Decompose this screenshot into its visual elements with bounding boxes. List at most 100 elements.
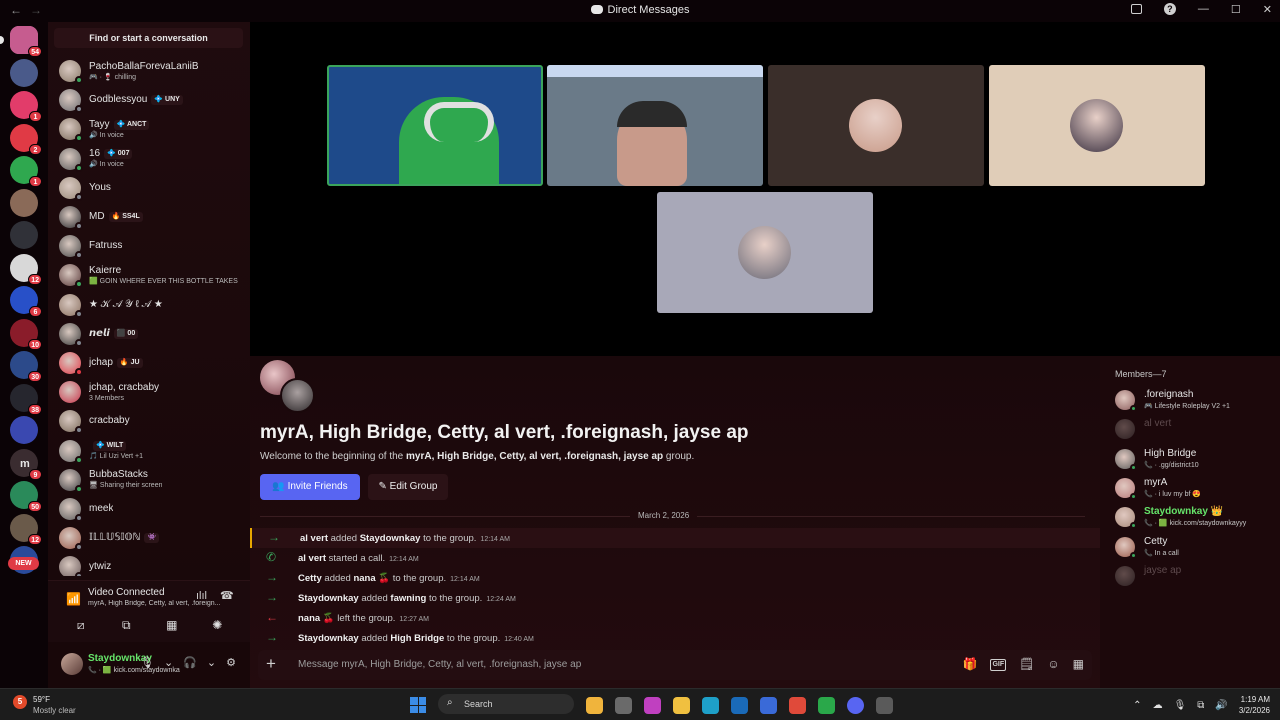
- tray-overflow-icon[interactable]: ⌃: [1133, 700, 1141, 711]
- taskbar-app-icon[interactable]: [615, 696, 632, 714]
- dm-item[interactable]: meek: [52, 494, 246, 524]
- dm-item[interactable]: MD 🔥 SS4L: [52, 202, 246, 232]
- close-button[interactable]: ✕: [1263, 3, 1272, 16]
- microphone-icon[interactable]: 🎙: [1174, 700, 1187, 711]
- member-item[interactable]: al vert: [1115, 416, 1275, 444]
- taskbar-app-icon[interactable]: [847, 696, 864, 714]
- minimize-button[interactable]: —: [1198, 3, 1209, 16]
- dm-item[interactable]: Godblessyou 💠 UNY: [52, 85, 246, 115]
- message-actor[interactable]: Cetty: [298, 573, 322, 584]
- taskbar-app-icon[interactable]: [586, 696, 603, 714]
- server-icon[interactable]: 38: [10, 383, 42, 415]
- server-icon[interactable]: [10, 58, 38, 87]
- video-tile[interactable]: [989, 65, 1205, 186]
- emoji-icon[interactable]: ☺: [1047, 657, 1059, 671]
- sticker-icon[interactable]: 🗒: [1019, 657, 1034, 671]
- taskbar-app-icon[interactable]: [789, 696, 806, 714]
- member-item[interactable]: myrA 📞 · i luv my bf 😍: [1115, 475, 1275, 503]
- member-item[interactable]: Cetty 📞 In a call: [1115, 534, 1275, 562]
- inbox-icon[interactable]: [1130, 4, 1142, 14]
- server-icon[interactable]: 1: [10, 156, 42, 187]
- volume-icon[interactable]: 🔊: [1215, 700, 1227, 711]
- settings-gear-icon[interactable]: ⚙: [226, 656, 236, 669]
- mic-icon[interactable]: 🎙: [140, 656, 154, 669]
- onedrive-icon[interactable]: ☁: [1153, 700, 1163, 711]
- message-target[interactable]: High Bridge: [390, 633, 444, 644]
- server-icon[interactable]: 54: [0, 26, 42, 57]
- taskbar-app-icon[interactable]: [818, 696, 835, 714]
- start-icon[interactable]: [410, 697, 426, 713]
- soundboard-icon[interactable]: ✺: [207, 616, 227, 634]
- dm-item[interactable]: 💠 WILT 🎵 Lil Uzi Vert +1: [52, 436, 246, 466]
- dm-item[interactable]: jchap 🔥 JU: [52, 348, 246, 378]
- taskbar-search[interactable]: ⌕ Search: [438, 694, 574, 714]
- dm-item[interactable]: PachoBallaForevaLaniiB 🎮 · 🍷 chilling: [52, 56, 246, 86]
- message-actor[interactable]: al vert: [300, 533, 328, 544]
- server-icon[interactable]: 2: [10, 123, 42, 155]
- taskbar-app-icon[interactable]: [876, 696, 893, 714]
- server-icon[interactable]: 12: [10, 513, 42, 545]
- video-tile[interactable]: [657, 192, 873, 313]
- server-icon[interactable]: 1: [10, 91, 42, 122]
- message-target[interactable]: nana 🍒: [353, 573, 390, 584]
- video-tile[interactable]: [547, 65, 763, 186]
- find-conversation-button[interactable]: Find or start a conversation: [54, 28, 243, 48]
- member-item[interactable]: High Bridge 📞 · .gg/district10: [1115, 446, 1275, 474]
- voice-channel[interactable]: myrA, High Bridge, Cetty, al vert, .fore…: [88, 600, 234, 607]
- dm-item[interactable]: jchap, cracbaby 3 Members: [52, 377, 246, 407]
- message-target[interactable]: fawning: [390, 593, 426, 604]
- server-icon[interactable]: 30: [10, 351, 42, 382]
- maximize-button[interactable]: ☐: [1231, 3, 1241, 16]
- dm-item[interactable]: ytwiz: [52, 552, 246, 576]
- server-icon[interactable]: [10, 416, 38, 444]
- message-input[interactable]: Message myrA, High Bridge, Cetty, al ver…: [298, 659, 581, 670]
- mic-options-icon[interactable]: ⌄: [164, 656, 173, 669]
- member-item[interactable]: .foreignash 🎮 Lifestyle Roleplay V2 +1: [1115, 387, 1275, 415]
- taskbar-app-icon[interactable]: [644, 696, 661, 714]
- headset-options-icon[interactable]: ⌄: [207, 656, 216, 669]
- dm-item[interactable]: 16 💠 007 🔊 In voice: [52, 144, 246, 174]
- message-target[interactable]: Staydownkay: [360, 533, 421, 544]
- message-actor[interactable]: Staydownkay: [298, 593, 359, 604]
- server-icon[interactable]: [10, 188, 38, 217]
- dm-item[interactable]: Kaierre 🟩 GOIN WHERE EVER THIS BOTTLE TAK…: [52, 260, 246, 290]
- video-tile[interactable]: [327, 65, 543, 186]
- member-item[interactable]: Staydownkay 👑 📞 · 🟩 kick.com/staydownkayy…: [1115, 504, 1275, 532]
- member-item[interactable]: jayse ap: [1115, 563, 1275, 591]
- user-avatar[interactable]: [61, 653, 83, 675]
- clock[interactable]: 1:19 AM 3/2/2026: [1239, 694, 1270, 716]
- dm-item[interactable]: 𝙣𝙚𝙡𝙞 ⬛ 00: [52, 319, 246, 349]
- message-actor[interactable]: al vert: [298, 553, 326, 564]
- server-icon[interactable]: 50: [10, 481, 42, 512]
- voice-signal-icon[interactable]: 📶: [66, 592, 81, 606]
- taskbar-app-icon[interactable]: [673, 696, 690, 714]
- screen-share-icon[interactable]: ⧉: [116, 616, 136, 634]
- dm-item[interactable]: 𝕀𝕃𝕃𝕌𝕊𝕀𝕆ℕ 👾: [52, 523, 246, 553]
- dm-item[interactable]: ★ 𝒦 𝒜 𝒴 ℓ 𝒜 ★: [52, 290, 246, 320]
- dm-item[interactable]: Fatruss: [52, 231, 246, 261]
- message-actor[interactable]: nana 🍒: [298, 613, 335, 624]
- noise-suppression-icon[interactable]: ılıl: [196, 590, 207, 602]
- dm-item[interactable]: Tayy 💠 ANCT 🔊 In voice: [52, 114, 246, 144]
- activities-icon[interactable]: ▦: [162, 616, 182, 634]
- network-icon[interactable]: ⧉: [1197, 700, 1204, 711]
- invite-friends-button[interactable]: 👥 Invite Friends: [260, 474, 360, 500]
- taskbar-app-icon[interactable]: [731, 696, 748, 714]
- server-icon[interactable]: 12: [10, 253, 42, 285]
- video-tile[interactable]: [768, 65, 984, 186]
- gift-icon[interactable]: 🎁: [963, 657, 978, 671]
- server-icon[interactable]: 6: [10, 286, 42, 317]
- taskbar-app-icon[interactable]: [760, 696, 777, 714]
- message-actor[interactable]: Staydownkay: [298, 633, 359, 644]
- apps-icon[interactable]: ▦: [1073, 657, 1084, 671]
- server-icon[interactable]: [10, 221, 38, 249]
- server-icon[interactable]: 10: [10, 318, 42, 350]
- disconnect-icon[interactable]: ☎: [220, 589, 234, 602]
- camera-off-icon[interactable]: ⧄: [71, 616, 91, 634]
- taskbar-app-icon[interactable]: [702, 696, 719, 714]
- attach-plus-icon[interactable]: +: [266, 654, 276, 674]
- edit-group-button[interactable]: ✎ Edit Group: [368, 474, 448, 500]
- help-icon[interactable]: ?: [1163, 3, 1176, 15]
- dm-item[interactable]: cracbaby: [52, 406, 246, 436]
- gif-icon[interactable]: GIF: [990, 659, 1007, 671]
